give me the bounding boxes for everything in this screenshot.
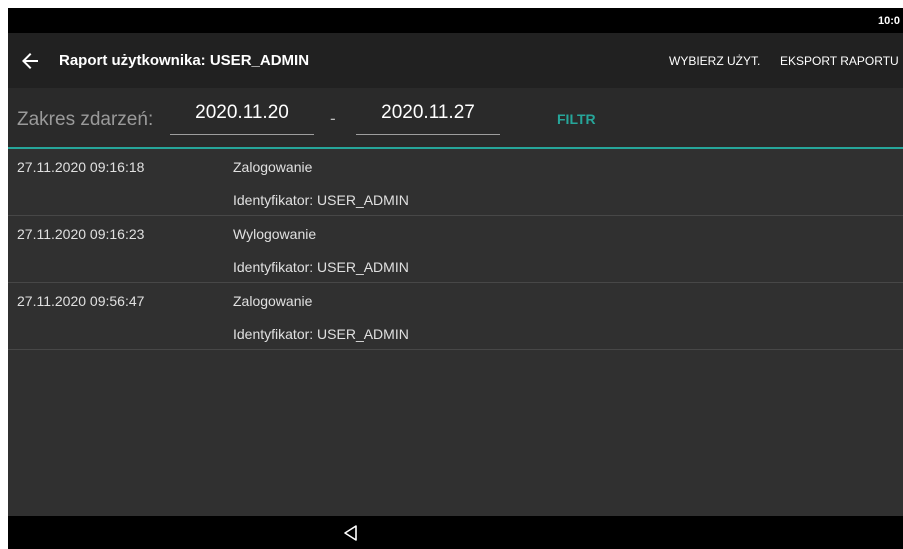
select-user-button[interactable]: WYBIERZ UŻYT. [669, 54, 760, 68]
export-report-button[interactable]: EKSPORT RAPORTU [780, 54, 899, 68]
event-list: 27.11.2020 09:16:18 Zalogowanie Identyfi… [8, 149, 903, 350]
list-item[interactable]: 27.11.2020 09:56:47 Zalogowanie Identyfi… [8, 283, 903, 350]
list-item[interactable]: 27.11.2020 09:16:23 Wylogowanie Identyfi… [8, 216, 903, 283]
page-title: Raport użytkownika: USER_ADMIN [59, 52, 310, 69]
filter-button[interactable]: FILTR [557, 111, 596, 127]
entry-event: Zalogowanie [233, 159, 313, 175]
entry-event: Wylogowanie [233, 226, 317, 242]
nav-back-triangle-icon[interactable] [342, 524, 360, 542]
app-screen: 10:0 Raport użytkownika: USER_ADMIN WYBI… [8, 8, 903, 549]
date-from-field[interactable]: 2020.11.20 [170, 98, 314, 135]
entry-datetime: 27.11.2020 09:16:18 [17, 159, 145, 175]
app-bar: Raport użytkownika: USER_ADMIN WYBIERZ U… [8, 33, 903, 88]
entry-event: Zalogowanie [233, 293, 313, 309]
date-to-field[interactable]: 2020.11.27 [356, 98, 500, 135]
entry-identifier: Identyfikator: USER_ADMIN [233, 326, 409, 342]
entry-identifier: Identyfikator: USER_ADMIN [233, 259, 409, 275]
back-arrow-icon[interactable] [18, 49, 42, 73]
entry-datetime: 27.11.2020 09:56:47 [17, 293, 145, 309]
entry-identifier: Identyfikator: USER_ADMIN [233, 192, 409, 208]
date-range-label: Zakres zdarzeń: [17, 109, 154, 130]
date-range-separator: - [330, 109, 336, 128]
entry-datetime: 27.11.2020 09:16:23 [17, 226, 145, 242]
status-bar: 10:0 [8, 8, 903, 33]
status-clock: 10:0 [878, 15, 901, 27]
navigation-bar [8, 516, 903, 549]
date-range-filter: Zakres zdarzeń: 2020.11.20 - 2020.11.27 … [8, 88, 903, 148]
list-item[interactable]: 27.11.2020 09:16:18 Zalogowanie Identyfi… [8, 149, 903, 216]
